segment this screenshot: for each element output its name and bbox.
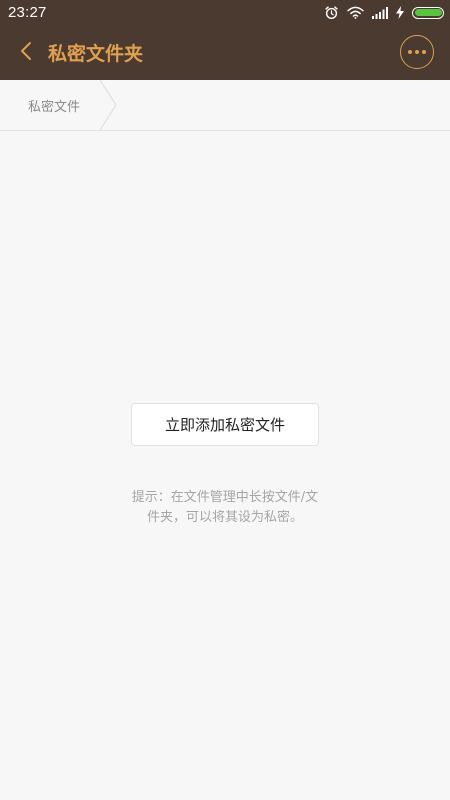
chevron-left-icon: [20, 41, 32, 65]
alarm-icon: [324, 5, 339, 20]
wifi-icon: [347, 6, 364, 19]
breadcrumb-item-private-files[interactable]: 私密文件: [0, 80, 80, 130]
status-bar: 23:27: [0, 0, 450, 25]
status-icons: [324, 5, 444, 20]
status-time: 23:27: [8, 4, 47, 21]
signal-icon: [372, 6, 388, 19]
app-header: 私密文件夹: [0, 25, 450, 80]
more-icon: [408, 50, 426, 54]
hint-line-1: 提示：在文件管理中长按文件/文: [131, 490, 319, 505]
breadcrumb: 私密文件: [0, 80, 450, 131]
page-title: 私密文件夹: [48, 43, 144, 65]
breadcrumb-separator-icon: [99, 80, 117, 130]
battery-level: [414, 9, 442, 16]
hint-text: 提示：在文件管理中长按文件/文 件夹，可以将其设为私密。: [115, 488, 335, 528]
back-button[interactable]: [0, 25, 52, 80]
hint-line-2: 件夹，可以将其设为私密。: [146, 510, 303, 525]
battery-icon: [412, 6, 444, 19]
add-private-files-button[interactable]: 立即添加私密文件: [131, 403, 319, 446]
breadcrumb-label: 私密文件: [28, 99, 81, 115]
more-button[interactable]: [400, 35, 434, 69]
charging-icon: [396, 6, 404, 19]
